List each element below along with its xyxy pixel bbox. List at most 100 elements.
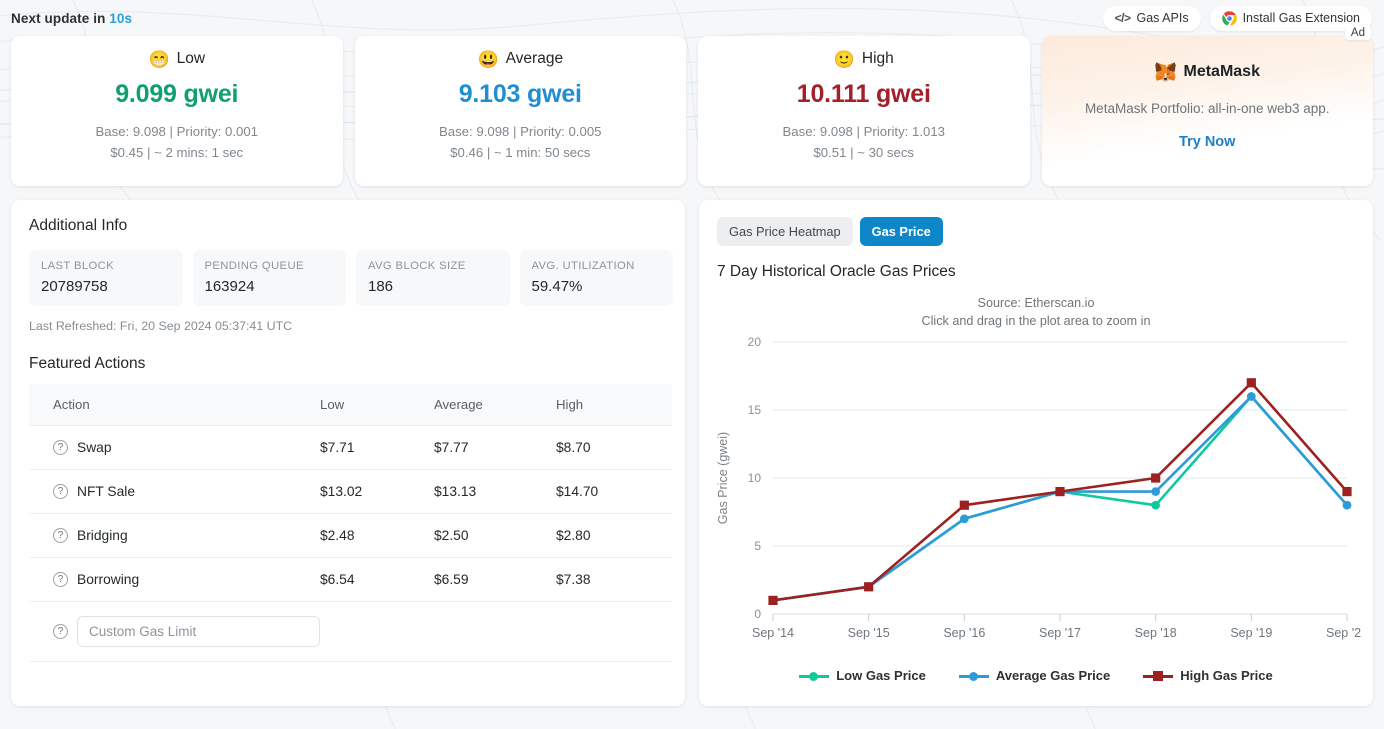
- action-label: NFT Sale: [77, 484, 136, 499]
- gas-price-cards: 😁 Low 9.099 gwei Base: 9.098 | Priority:…: [0, 26, 1384, 186]
- cell-high: $2.80: [556, 513, 672, 558]
- legend-item-high-gas-price[interactable]: High Gas Price: [1143, 668, 1273, 684]
- gas-card-average-title: Average: [505, 50, 564, 67]
- x-axis-tick-label: Sep '18: [1135, 626, 1177, 640]
- metamask-ad-card[interactable]: Ad MetaMask MetaMask Portfolio: all-in-o…: [1041, 26, 1373, 186]
- gas-price-chart-panel: Gas Price Heatmap Gas Price 7 Day Histor…: [699, 200, 1373, 706]
- chrome-icon: [1221, 10, 1237, 26]
- legend-item-average-gas-price[interactable]: Average Gas Price: [958, 668, 1110, 683]
- gas-card-low-title: Low: [176, 50, 206, 67]
- stat-avg-block-size-value: 186: [368, 278, 394, 295]
- column-header-low: Low: [320, 384, 434, 426]
- gas-card-average-details: Base: 9.098 | Priority: 0.005 $0.46 | ~ …: [439, 122, 602, 164]
- slightly-smiling-face-emoji: 🙂: [833, 49, 855, 69]
- stat-last-block: LAST BLOCK 20789758: [29, 250, 183, 306]
- data-point[interactable]: [864, 582, 874, 592]
- topbar-actions: </> Gas APIs Install Gas Extension: [1102, 5, 1372, 31]
- legend-item-low-gas-price[interactable]: Low Gas Price: [799, 668, 926, 683]
- column-header-high: High: [556, 384, 672, 426]
- grinning-face-emoji: 😁: [148, 49, 170, 69]
- gas-card-high-title: High: [861, 50, 894, 67]
- cell-average: $13.13: [434, 469, 556, 514]
- table-row[interactable]: ? Bridging $2.48 $2.50 $2.80: [29, 513, 672, 558]
- custom-gas-limit-input[interactable]: [77, 616, 320, 647]
- custom-gas-limit-row: ?: [29, 601, 672, 662]
- data-point[interactable]: [1246, 378, 1256, 388]
- help-icon[interactable]: ?: [53, 484, 68, 499]
- featured-actions-table: Action Low Average High ? Swap $7.71 $7.…: [29, 384, 672, 662]
- gas-card-average-timing: $0.46 | ~ 1 min: 50 secs: [450, 144, 591, 160]
- additional-info-panel: Additional Info LAST BLOCK 20789758 PEND…: [11, 200, 685, 706]
- featured-actions-title: Featured Actions: [29, 355, 146, 372]
- line-chart-svg[interactable]: 0 5 10 15 20 Gas Price (gwei) Sep '14 Sep '15 Se…: [711, 332, 1368, 662]
- data-point[interactable]: [1151, 473, 1161, 483]
- action-label: Bridging: [77, 528, 128, 543]
- chart-heading: 7 Day Historical Oracle Gas Prices: [717, 263, 956, 280]
- row-action-nft-sale: ? NFT Sale: [29, 469, 320, 514]
- table-row[interactable]: ? Swap $7.71 $7.77 $8.70: [29, 425, 672, 470]
- chart-legend: Low Gas Price Average Gas Price High Gas…: [711, 668, 1361, 683]
- action-label: Borrowing: [77, 572, 140, 587]
- gas-apis-button[interactable]: </> Gas APIs: [1102, 5, 1201, 31]
- cell-high: $8.70: [556, 425, 672, 470]
- cell-average: $2.50: [434, 513, 556, 558]
- cell-average: $6.59: [434, 557, 556, 602]
- data-point[interactable]: [1151, 501, 1160, 510]
- y-axis-tick-label: 15: [748, 403, 762, 417]
- table-row[interactable]: ? Borrowing $6.54 $6.59 $7.38: [29, 557, 672, 602]
- empty-cell: [556, 601, 672, 662]
- additional-info-title: Additional Info: [29, 217, 128, 234]
- tab-gas-price-heatmap[interactable]: Gas Price Heatmap: [717, 217, 853, 246]
- additional-info-stats: LAST BLOCK 20789758 PENDING QUEUE 163924…: [29, 250, 673, 306]
- data-point[interactable]: [768, 596, 778, 606]
- cell-low: $2.48: [320, 513, 434, 558]
- metamask-try-now-link[interactable]: Try Now: [1179, 134, 1235, 150]
- data-point[interactable]: [1055, 487, 1065, 497]
- data-point[interactable]: [959, 500, 969, 511]
- x-axis-tick-label: Sep '14: [752, 626, 794, 640]
- table-row[interactable]: ? NFT Sale $13.02 $13.13 $14.70: [29, 469, 672, 514]
- next-update-countdown: 10s: [109, 10, 133, 26]
- gas-card-average-header: 😃 Average: [477, 50, 563, 68]
- help-icon[interactable]: ?: [53, 624, 68, 639]
- data-point[interactable]: [960, 514, 969, 524]
- row-action-bridging: ? Bridging: [29, 513, 320, 558]
- featured-actions-body: ? Swap $7.71 $7.77 $8.70 ? NFT Sale $13.…: [29, 425, 672, 662]
- gas-card-high-details: Base: 9.098 | Priority: 1.013 $0.51 | ~ …: [783, 122, 946, 164]
- tab-gas-price[interactable]: Gas Price: [859, 217, 943, 246]
- chart-plot-area[interactable]: 0 5 10 15 20 Gas Price (gwei) Sep '14 Sep '15 Se…: [711, 332, 1368, 662]
- cell-low: $7.71: [320, 425, 434, 470]
- data-point[interactable]: [1247, 392, 1256, 401]
- legend-label-high: High Gas Price: [1180, 668, 1273, 684]
- series-line-low-gas-price: [771, 395, 1349, 602]
- y-axis-tick-label: 0: [754, 607, 761, 621]
- stat-last-block-label: LAST BLOCK: [41, 260, 114, 272]
- help-icon[interactable]: ?: [53, 572, 68, 587]
- chart-tabs: Gas Price Heatmap Gas Price: [711, 214, 1361, 246]
- column-header-average: Average: [434, 384, 556, 426]
- stat-avg-utilization-label: AVG. UTILIZATION: [531, 260, 635, 272]
- metamask-fox-icon: [1154, 62, 1176, 82]
- chart-zoom-hint: Click and drag in the plot area to zoom …: [921, 313, 1151, 328]
- help-icon[interactable]: ?: [53, 440, 68, 455]
- cell-high: $7.38: [556, 557, 672, 602]
- stat-avg-block-size-label: AVG BLOCK SIZE: [368, 260, 466, 272]
- action-label: Swap: [77, 440, 112, 455]
- data-point[interactable]: [1342, 487, 1352, 497]
- gas-card-average-value: 9.103 gwei: [458, 80, 582, 108]
- legend-marker-average: [958, 670, 989, 682]
- code-icon: </>: [1114, 11, 1131, 25]
- gas-card-low-value: 9.099 gwei: [115, 80, 239, 108]
- data-point[interactable]: [1342, 501, 1352, 510]
- data-point[interactable]: [1151, 487, 1160, 497]
- legend-marker-high: [1143, 670, 1174, 682]
- smiling-face-emoji: 😃: [477, 49, 499, 69]
- help-icon[interactable]: ?: [53, 528, 68, 543]
- gas-card-low-header: 😁 Low: [148, 50, 205, 68]
- column-header-action: Action: [29, 384, 320, 426]
- gas-card-high-value: 10.111 gwei: [796, 80, 931, 108]
- stat-pending-queue-label: PENDING QUEUE: [204, 260, 304, 272]
- custom-gas-limit-cell: ?: [29, 601, 320, 662]
- install-gas-extension-label: Install Gas Extension: [1242, 11, 1360, 25]
- row-action-borrowing: ? Borrowing: [29, 557, 320, 602]
